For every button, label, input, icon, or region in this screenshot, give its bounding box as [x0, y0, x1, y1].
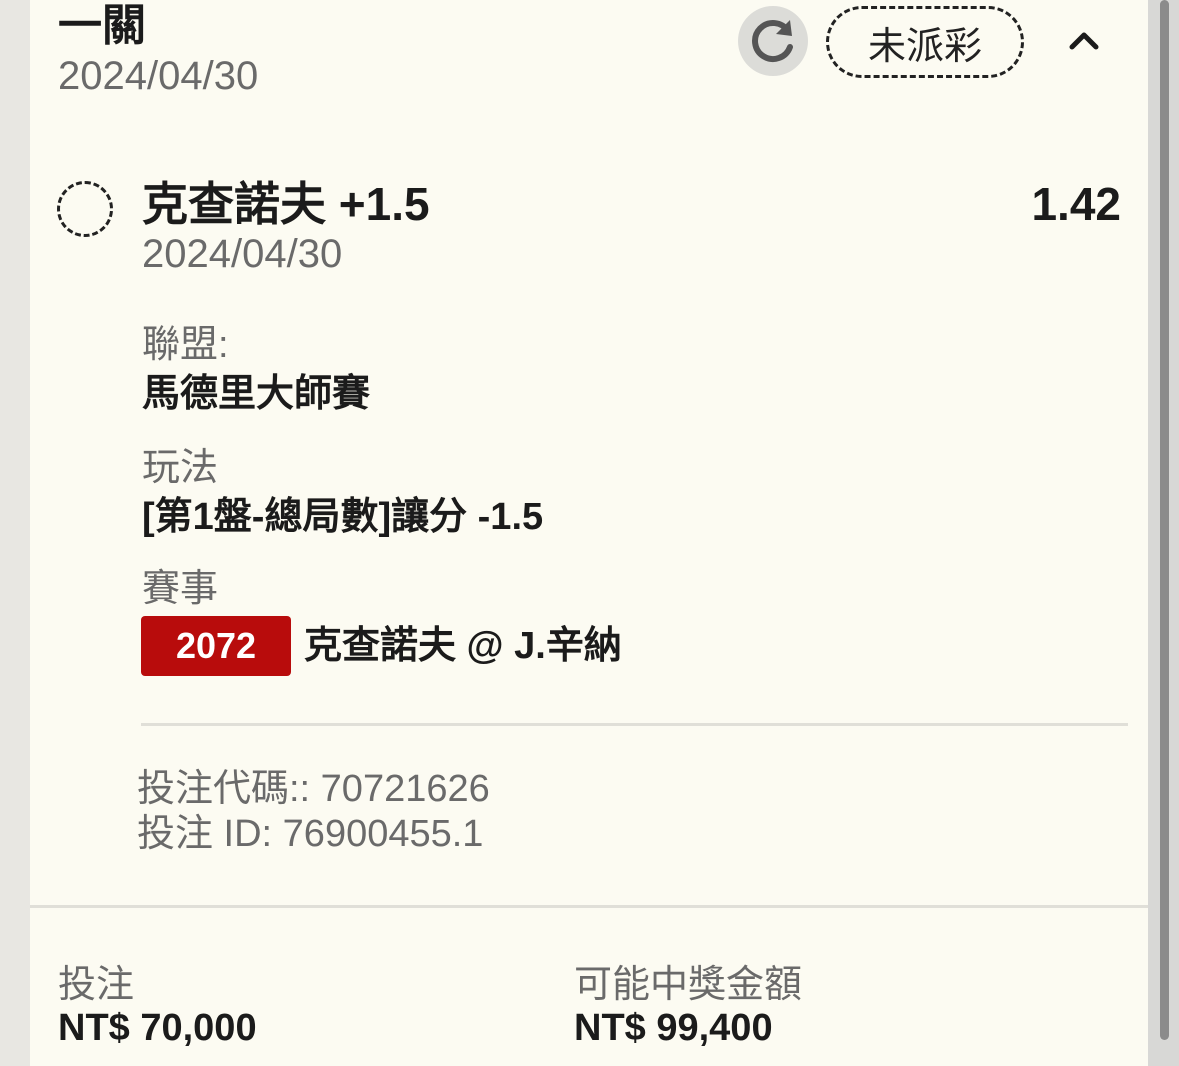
refresh-button[interactable]: [738, 6, 808, 76]
dashed-circle-icon: [57, 181, 113, 237]
selection-name: 克查諾夫 +1.5: [142, 178, 430, 230]
payout-label: 可能中獎金額: [574, 964, 803, 1006]
divider: [141, 723, 1128, 726]
scrollbar-thumb[interactable]: [1160, 0, 1169, 1040]
status-badge: 未派彩: [826, 6, 1024, 78]
league-label: 聯盟:: [142, 324, 229, 366]
event-code-badge: 2072: [141, 616, 291, 676]
stake-value: NT$ 70,000: [58, 1007, 257, 1049]
chevron-up-icon: [1069, 32, 1099, 50]
selection-odds: 1.42: [1031, 178, 1121, 230]
league-value: 馬德里大師賽: [142, 373, 371, 415]
ticket-date: 2024/04/30: [58, 54, 259, 98]
collapse-button[interactable]: [1058, 18, 1110, 62]
bet-code: 投注代碼:: 70721626: [137, 768, 490, 810]
event-label: 賽事: [142, 568, 219, 610]
refresh-icon: [752, 20, 793, 62]
market-value: [第1盤-總局數]讓分 -1.5: [142, 496, 544, 538]
payout-value: NT$ 99,400: [574, 1007, 773, 1049]
section-divider: [30, 905, 1148, 908]
event-name: 克查諾夫 @ J.辛納: [304, 625, 622, 667]
market-label: 玩法: [142, 447, 219, 489]
bet-id: 投注 ID: 76900455.1: [137, 813, 484, 855]
stake-label: 投注: [58, 964, 135, 1006]
scrollbar[interactable]: [1148, 0, 1179, 1066]
ticket-title: 一關: [58, 1, 146, 50]
selection-date: 2024/04/30: [142, 232, 343, 276]
